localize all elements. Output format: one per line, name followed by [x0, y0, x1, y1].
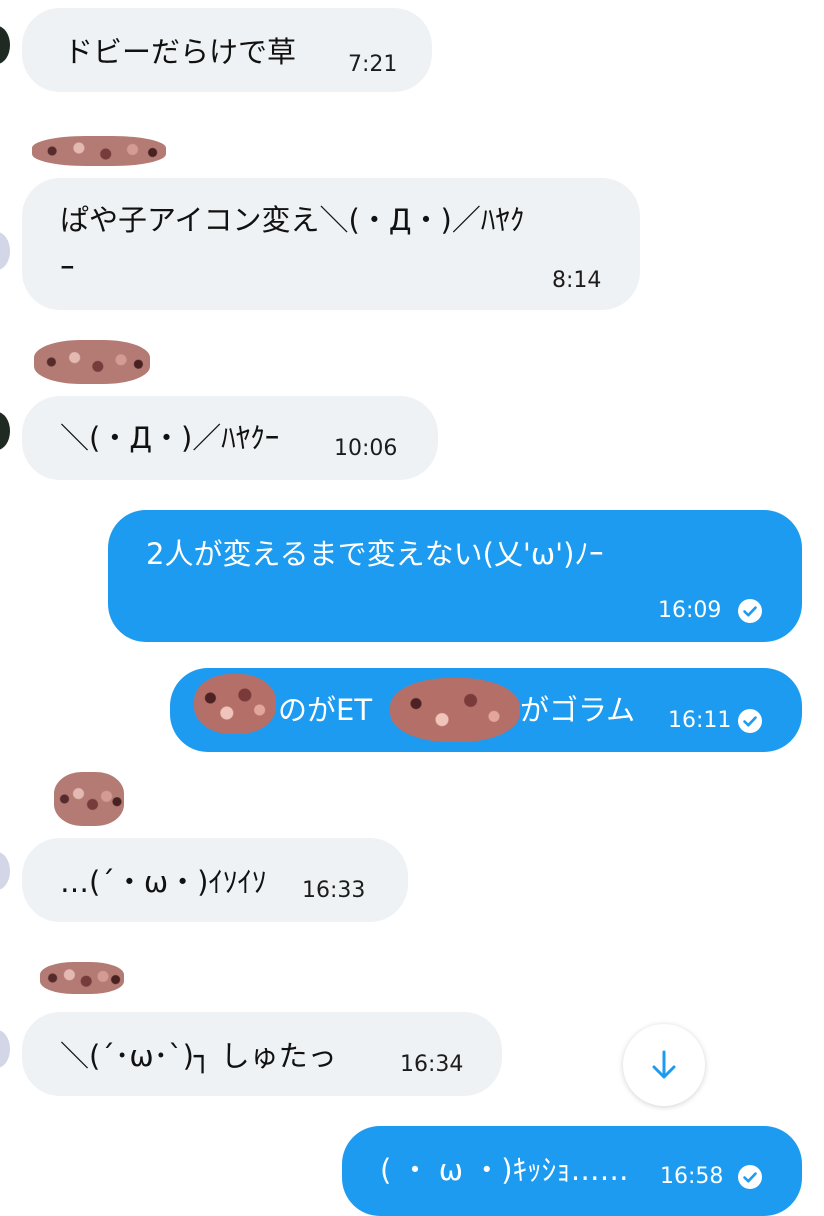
message-text: 2人が変えるまで変えない(乂'ω')ﾉｰ	[146, 537, 604, 571]
message-text: ＼(´･ω･`)┐ しゅたっ	[60, 1039, 337, 1073]
message-bubble-incoming[interactable]: ぱや子アイコン変え＼(・Д・)／ﾊﾔｸ ｰ 8:14	[22, 178, 640, 310]
message-timestamp: 10:06	[334, 436, 398, 461]
redacted-sender-name	[40, 962, 124, 994]
message-text: がゴラム	[520, 693, 636, 727]
check-circle-icon	[738, 709, 762, 733]
message-bubble-outgoing[interactable]: ( ・ ω ・)ｷｯｼｮ…… 16:58	[342, 1126, 802, 1216]
message-bubble-incoming[interactable]: ＼(・Д・)／ﾊﾔｸｰ 10:06	[22, 396, 438, 480]
message-bubble-outgoing[interactable]: のがET がゴラム 16:11	[170, 668, 802, 752]
avatar[interactable]	[0, 232, 10, 270]
avatar[interactable]	[0, 852, 10, 890]
message-text: のがET	[278, 693, 373, 727]
message-timestamp: 16:33	[302, 878, 366, 903]
check-circle-icon	[738, 1165, 762, 1189]
message-timestamp: 16:09	[658, 598, 722, 623]
message-text: ぱや子アイコン変え＼(・Д・)／ﾊﾔｸ	[60, 203, 525, 237]
message-text: ドビーだらけで草	[64, 35, 297, 69]
message-timestamp: 16:34	[400, 1052, 464, 1077]
message-timestamp: 8:14	[552, 268, 602, 293]
message-bubble-incoming[interactable]: ドビーだらけで草 7:21	[22, 8, 432, 92]
redacted-sender-name	[54, 772, 124, 826]
arrow-down-icon	[652, 1050, 676, 1079]
avatar[interactable]	[0, 412, 10, 450]
message-timestamp: 16:11	[668, 708, 732, 733]
message-timestamp: 7:21	[348, 52, 398, 77]
message-text: …(´・ω・)ｲｿｲｿ	[60, 865, 267, 899]
redacted-name	[390, 678, 520, 742]
redacted-name	[194, 674, 276, 734]
avatar[interactable]	[0, 26, 10, 64]
avatar[interactable]	[0, 1030, 10, 1068]
scroll-to-bottom-button[interactable]	[623, 1024, 705, 1106]
message-text: ＼(・Д・)／ﾊﾔｸｰ	[60, 421, 280, 455]
redacted-sender-name	[32, 136, 166, 166]
message-text: ( ・ ω ・)ｷｯｼｮ……	[380, 1153, 629, 1187]
message-bubble-outgoing[interactable]: 2人が変えるまで変えない(乂'ω')ﾉｰ 16:09	[108, 510, 802, 642]
redacted-sender-name	[34, 340, 150, 384]
message-bubble-incoming[interactable]: ＼(´･ω･`)┐ しゅたっ 16:34	[22, 1012, 502, 1096]
message-timestamp: 16:58	[660, 1164, 724, 1189]
check-circle-icon	[738, 599, 762, 623]
message-bubble-incoming[interactable]: …(´・ω・)ｲｿｲｿ 16:33	[22, 838, 408, 922]
message-text: ｰ	[60, 251, 75, 285]
